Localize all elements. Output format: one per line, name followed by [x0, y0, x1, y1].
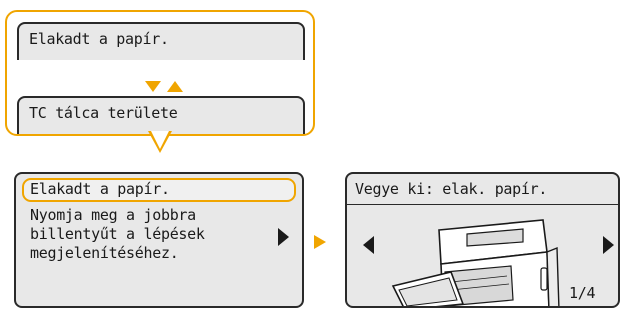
screen2-title: Vegye ki: elak. papír.: [355, 180, 548, 198]
callout-bottom-strip: TC tálca területe: [17, 96, 305, 134]
screen1-message-line-1: Nyomja meg a jobbra: [30, 206, 196, 224]
screen1-message-line-3: megjelenítéséhez.: [30, 244, 179, 262]
right-key-icon[interactable]: [278, 228, 289, 246]
callout-bottom-label: TC tálca területe: [29, 104, 178, 122]
scroll-arrows: [143, 78, 193, 94]
printer-illustration-icon: [391, 219, 560, 306]
page-indicator: 1/4: [569, 284, 596, 302]
callout-bubble: Elakadt a papír. TC tálca területe: [5, 10, 315, 136]
next-page-icon[interactable]: [603, 236, 614, 254]
screen1-message-line-2: billentyűt a lépések: [30, 225, 205, 243]
callout-top-strip: Elakadt a papír.: [17, 22, 305, 60]
triangle-down-icon: [145, 81, 161, 92]
scroll-arrows-svg: [145, 81, 183, 92]
lcd-screen-remove-paper: Vegye ki: elak. papír. 1/4: [345, 172, 620, 308]
callout-tail-inner: [151, 131, 169, 149]
triangle-up-icon: [167, 81, 183, 92]
next-step-arrow-icon: [314, 235, 326, 249]
screen1-title: Elakadt a papír.: [30, 180, 170, 198]
callout-top-label: Elakadt a papír.: [29, 30, 169, 48]
previous-page-icon[interactable]: [363, 236, 374, 254]
lcd-screen-paper-jam: Elakadt a papír. Nyomja meg a jobbra bil…: [14, 172, 304, 308]
screen2-divider: [347, 204, 618, 205]
